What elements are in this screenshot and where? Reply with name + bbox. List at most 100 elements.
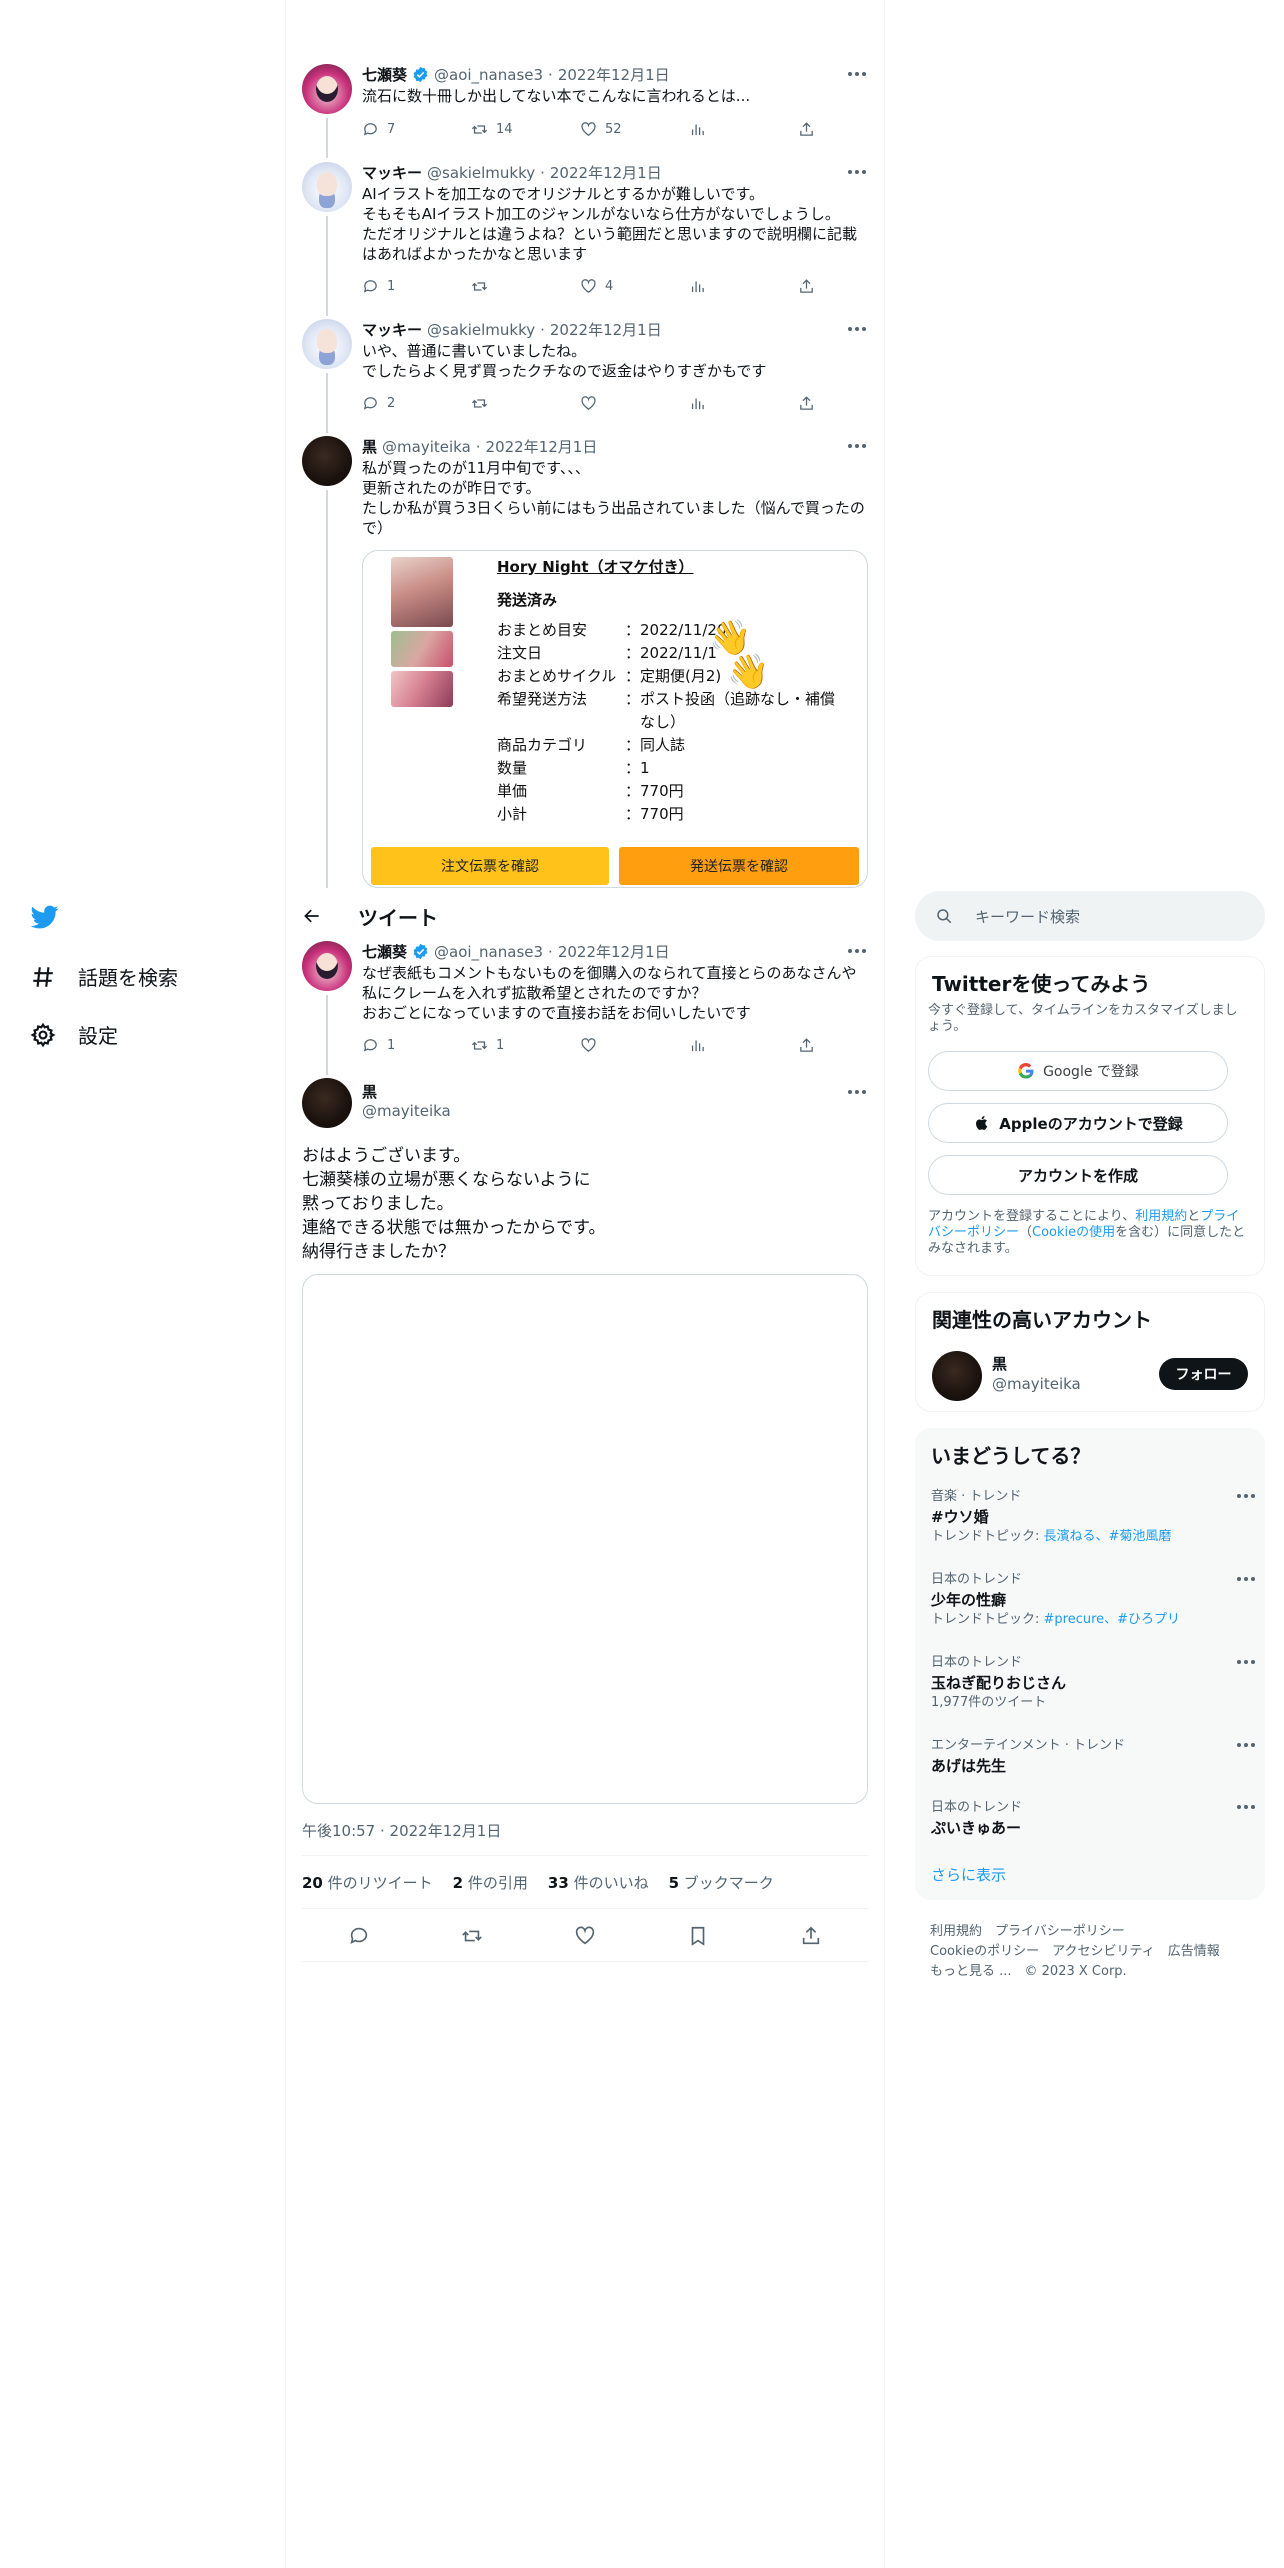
cookie-link[interactable]: Cookieの使用: [1032, 1225, 1115, 1240]
handle[interactable]: @sakielmukky: [427, 164, 535, 182]
nav-explore[interactable]: 話題を検索: [30, 962, 178, 991]
tweet-date[interactable]: 2022年12月1日: [486, 436, 598, 457]
retweet-button[interactable]: 14: [471, 119, 580, 139]
retweet-button[interactable]: 1: [471, 1035, 580, 1055]
create-account-button[interactable]: アカウントを作成: [928, 1155, 1228, 1195]
share-button[interactable]: [798, 1035, 907, 1055]
display-name[interactable]: マッキー: [362, 319, 422, 340]
tweet-date[interactable]: 2022年12月1日: [558, 64, 670, 85]
bookmark-icon[interactable]: [687, 1925, 709, 1947]
bookmark-stat[interactable]: 5 ブックマーク: [669, 1872, 774, 1893]
trend-category: エンターテインメント · トレンド: [931, 1738, 1126, 1753]
view-invoice-button[interactable]: 注文伝票を確認: [371, 847, 609, 885]
like-button[interactable]: 4: [580, 276, 689, 296]
terms-link[interactable]: 利用規約: [1135, 1209, 1187, 1224]
reply-icon[interactable]: [348, 1925, 370, 1947]
more-options-icon[interactable]: [848, 949, 868, 955]
more-options-icon[interactable]: [1237, 1743, 1257, 1749]
footer-links[interactable]: Cookieのポリシー アクセシビリティ 広告情報: [930, 1940, 1220, 1959]
avatar[interactable]: [302, 436, 352, 486]
views-button[interactable]: [689, 119, 798, 139]
tweet-date[interactable]: 2022年12月1日: [550, 162, 662, 183]
share-button[interactable]: [798, 119, 907, 139]
reply-button[interactable]: 7: [362, 119, 471, 139]
like-button[interactable]: [580, 1035, 689, 1055]
views-button[interactable]: [689, 1035, 798, 1055]
more-options-icon[interactable]: [1237, 1660, 1257, 1666]
like-button[interactable]: 52: [580, 119, 689, 139]
google-signup-label: Google で登録: [1043, 1064, 1139, 1080]
retweet-button[interactable]: [471, 393, 580, 413]
reply-button[interactable]: 2: [362, 393, 471, 413]
trend-topic-links[interactable]: 長濱ねる、#菊池風磨: [1044, 1529, 1172, 1544]
share-icon[interactable]: [800, 1925, 822, 1947]
tweet-date[interactable]: 2022年12月1日: [550, 319, 662, 340]
like-stat[interactable]: 33 件のいいね: [548, 1872, 649, 1893]
product-title[interactable]: Hory Night（オマケ付き）: [497, 556, 694, 579]
handle[interactable]: @mayiteika: [382, 438, 471, 456]
tweet-media[interactable]: [302, 1274, 868, 1804]
order-row-key: おまとめ目安: [497, 621, 588, 639]
separator-dot: ·: [540, 320, 545, 339]
views-button[interactable]: [689, 393, 798, 413]
more-options-icon[interactable]: [848, 1090, 868, 1096]
footer-links[interactable]: 利用規約 プライバシーポリシー: [930, 1920, 1125, 1939]
like-button[interactable]: [580, 393, 689, 413]
related-name[interactable]: 黒: [992, 1353, 1007, 1374]
tweet-timestamp[interactable]: 午後10:57 · 2022年12月1日: [302, 1820, 501, 1841]
retweet-icon[interactable]: [461, 1925, 483, 1947]
follow-button[interactable]: フォロー: [1159, 1358, 1248, 1390]
back-arrow-icon[interactable]: [302, 906, 324, 928]
search-box[interactable]: キーワード検索: [915, 891, 1265, 941]
more-options-icon[interactable]: [848, 444, 868, 450]
avatar[interactable]: [302, 941, 352, 991]
handle[interactable]: @aoi_nanase3: [434, 943, 543, 961]
more-options-icon[interactable]: [848, 170, 868, 176]
search-input[interactable]: キーワード検索: [975, 906, 1080, 927]
reply-button[interactable]: 1: [362, 276, 471, 296]
twitter-logo-icon[interactable]: [30, 903, 62, 931]
heart-icon[interactable]: [574, 1925, 596, 1947]
tweet-date[interactable]: 2022年12月1日: [558, 941, 670, 962]
trend-item[interactable]: 音楽 · トレンド #ウソ婚 トレンドトピック: 長濱ねる、#菊池風磨: [931, 1488, 1255, 1546]
more-options-icon[interactable]: [848, 327, 868, 333]
trend-item[interactable]: 日本のトレンド 玉ねぎ配りおじさん 1,977件のツイート: [931, 1654, 1255, 1712]
display-name[interactable]: 七瀬葵: [362, 64, 407, 85]
display-name[interactable]: マッキー: [362, 162, 422, 183]
display-name[interactable]: 黒: [362, 1081, 377, 1102]
trend-item[interactable]: 日本のトレンド 少年の性癖 トレンドトピック: #precure、#ひろプリ: [931, 1571, 1255, 1629]
avatar[interactable]: [302, 64, 352, 114]
trend-title: ぷいきゅあー: [931, 1819, 1022, 1837]
handle[interactable]: @aoi_nanase3: [434, 66, 543, 84]
more-options-icon[interactable]: [1237, 1805, 1257, 1811]
google-signup-button[interactable]: Google で登録: [928, 1051, 1228, 1091]
quote-stat[interactable]: 2 件の引用: [453, 1872, 528, 1893]
handle[interactable]: @sakielmukky: [427, 321, 535, 339]
share-button[interactable]: [798, 393, 907, 413]
more-options-icon[interactable]: [1237, 1577, 1257, 1583]
avatar[interactable]: [302, 1078, 352, 1128]
nav-settings[interactable]: 設定: [30, 1020, 118, 1049]
reply-button[interactable]: 1: [362, 1035, 471, 1055]
more-options-icon[interactable]: [848, 72, 868, 78]
footer-copyright[interactable]: もっと見る ... © 2023 X Corp.: [930, 1960, 1127, 1979]
attached-image[interactable]: Hory Night（オマケ付き） 発送済み おまとめ目安 ：2022/11/20…: [362, 550, 868, 888]
display-name[interactable]: 黒: [362, 436, 377, 457]
show-more-link[interactable]: さらに表示: [931, 1864, 1006, 1885]
retweet-button[interactable]: [471, 276, 580, 296]
views-button[interactable]: [689, 276, 798, 296]
trend-topic-links[interactable]: #precure、#ひろプリ: [1044, 1612, 1181, 1627]
apple-signup-button[interactable]: Appleのアカウントで登録: [928, 1103, 1228, 1143]
related-handle[interactable]: @mayiteika: [992, 1375, 1081, 1393]
display-name[interactable]: 七瀬葵: [362, 941, 407, 962]
share-button[interactable]: [798, 276, 907, 296]
retweet-stat[interactable]: 20 件のリツイート: [302, 1872, 433, 1893]
more-options-icon[interactable]: [1237, 1494, 1257, 1500]
trend-item[interactable]: 日本のトレンド ぷいきゅあー: [931, 1799, 1255, 1839]
handle[interactable]: @mayiteika: [362, 1102, 451, 1120]
view-shipping-slip-button[interactable]: 発送伝票を確認: [619, 847, 859, 885]
avatar[interactable]: [932, 1351, 982, 1401]
avatar[interactable]: [302, 162, 352, 212]
avatar[interactable]: [302, 319, 352, 369]
trend-item[interactable]: エンターテインメント · トレンド あげは先生: [931, 1737, 1255, 1777]
